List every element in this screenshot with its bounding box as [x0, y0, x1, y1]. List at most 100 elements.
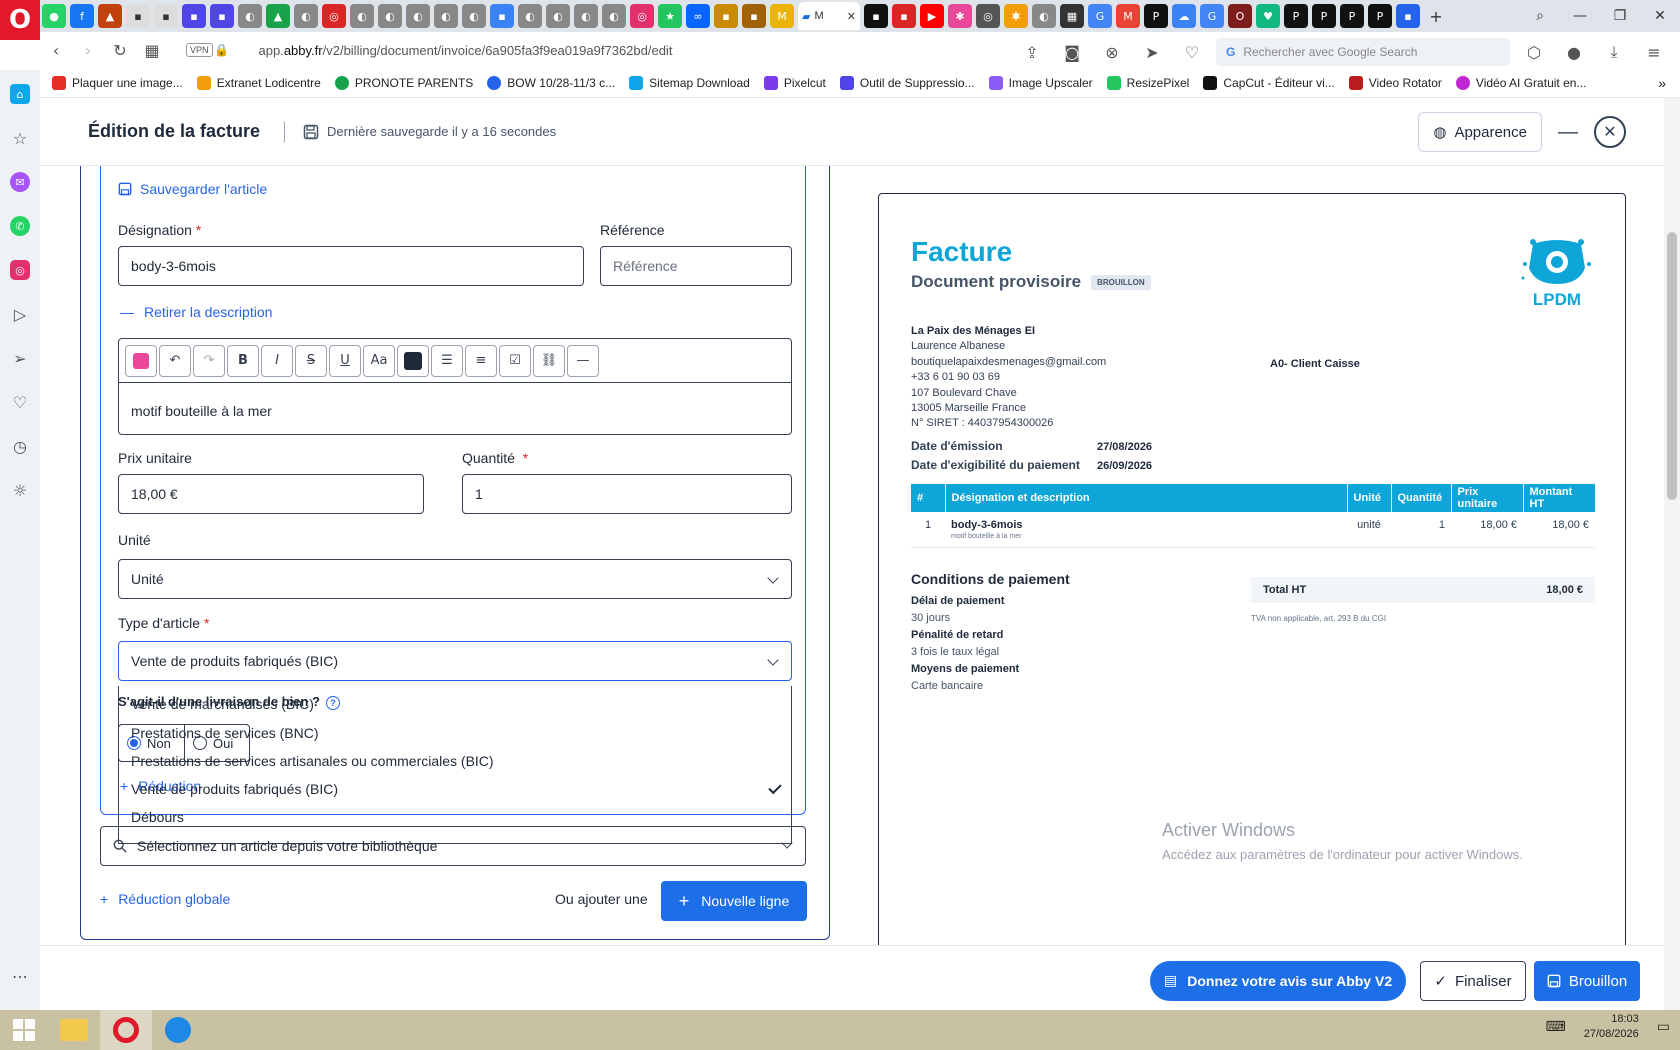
dropdown-option[interactable]: Vente de marchandises (BIC) [131, 696, 314, 712]
send-icon[interactable]: ➤ [1136, 36, 1168, 68]
library-select[interactable]: Sélectionnez un article depuis votre bib… [100, 826, 806, 866]
tab-site[interactable]: ◐ [546, 4, 570, 28]
tab-site[interactable]: ▪ [1396, 4, 1420, 28]
tab-site[interactable]: P [1312, 4, 1336, 28]
tab-site[interactable]: ▪ [182, 4, 206, 28]
save-article-button[interactable]: Sauvegarder l'article [118, 181, 267, 197]
bookmark-item[interactable]: ResizePixel [1106, 75, 1189, 90]
checklist-icon[interactable]: ☑ [499, 344, 531, 377]
apparence-button[interactable]: ◍ Apparence [1418, 112, 1542, 152]
close-editor-button[interactable]: ✕ [1594, 116, 1626, 148]
player-icon[interactable]: ▷ [0, 292, 40, 336]
designation-input[interactable]: body-3-6mois [118, 246, 584, 286]
scrollbar-thumb[interactable] [1667, 232, 1677, 500]
draft-button[interactable]: Brouillon [1534, 961, 1640, 1001]
text-color-icon[interactable] [397, 344, 429, 377]
tab-site[interactable]: ◐ [350, 4, 374, 28]
underline-icon[interactable]: U [329, 344, 361, 377]
tab-site[interactable]: ◐ [518, 4, 542, 28]
favorites-heart-icon[interactable]: ♡ [0, 380, 40, 424]
clock[interactable]: 18:03 27/08/2026 [1584, 1012, 1639, 1042]
clear-format-icon[interactable] [125, 344, 157, 377]
tips-lightbulb-icon[interactable]: ☼ [0, 468, 40, 512]
tab-site[interactable]: ▪ [892, 4, 916, 28]
tab-close-icon[interactable]: ✕ [847, 10, 856, 23]
forward-icon[interactable]: › [72, 34, 104, 66]
tab-site[interactable]: O [1228, 4, 1252, 28]
tab-facebook[interactable]: f [70, 4, 94, 28]
quantity-input[interactable]: 1 [462, 474, 792, 514]
tab-site[interactable]: ☁ [1172, 4, 1196, 28]
download-icon[interactable]: ⤓ [1598, 36, 1630, 68]
tab-instagram[interactable]: ◎ [630, 4, 654, 28]
tab-site[interactable]: ◐ [574, 4, 598, 28]
bookmark-item[interactable]: Plaquer une image... [52, 75, 183, 90]
tab-active-abby[interactable]: ▰ M ✕ [798, 2, 860, 30]
unit-price-input[interactable]: 18,00 € [118, 474, 424, 514]
tab-site[interactable]: ▪ [490, 4, 514, 28]
vpn-badge[interactable]: VPN [186, 43, 213, 57]
more-dots-icon[interactable]: ⋯ [0, 954, 40, 998]
dropdown-option-selected[interactable]: Vente de produits fabriqués (BIC) [131, 781, 338, 797]
speed-dial-icon[interactable]: ☆ [0, 116, 40, 160]
tab-site[interactable]: ◐ [378, 4, 402, 28]
bullet-list-icon[interactable]: ☰ [431, 344, 463, 377]
tab-site[interactable]: ✱ [1004, 4, 1028, 28]
send-flow-icon[interactable]: ➢ [0, 336, 40, 380]
tab-whatsapp[interactable]: ● [42, 4, 66, 28]
new-line-button[interactable]: + Nouvelle ligne [661, 881, 807, 921]
messenger-icon[interactable]: ✉ [0, 160, 40, 204]
share-icon[interactable]: ⇪ [1016, 36, 1048, 68]
adblock-icon[interactable]: ⊗ [1096, 36, 1128, 68]
bookmark-item[interactable]: Pixelcut [763, 75, 826, 90]
tab-chatgpt[interactable]: ◎ [976, 4, 1000, 28]
bookmarks-more-icon[interactable]: » [1658, 75, 1666, 91]
undo-icon[interactable]: ↶ [159, 344, 191, 377]
tab-site[interactable]: ▪ [714, 4, 738, 28]
tab-site[interactable]: ◐ [406, 4, 430, 28]
bookmark-item[interactable]: Outil de Suppressio... [839, 75, 975, 90]
bookmark-item[interactable]: PRONOTE PARENTS [334, 75, 473, 90]
bookmark-item[interactable]: Image Upscaler [988, 75, 1093, 90]
tab-gmail[interactable]: M [1116, 4, 1140, 28]
tab-site[interactable]: ▪ [210, 4, 234, 28]
numbered-list-icon[interactable]: ≡ [465, 344, 497, 377]
tabs-grid-icon[interactable]: ▦ [136, 34, 168, 66]
tab-site[interactable]: ◐ [1032, 4, 1056, 28]
tab-drive[interactable]: ▲ [266, 4, 290, 28]
url-field[interactable]: app.abby.fr/v2/billing/document/invoice/… [259, 43, 673, 58]
tab-site[interactable]: P [1368, 4, 1392, 28]
tab-site[interactable]: ▪ [154, 4, 178, 28]
unit-select[interactable]: Unité [118, 559, 792, 599]
whatsapp-icon[interactable]: ✆ [0, 204, 40, 248]
dropdown-option[interactable]: Prestations de services (BNC) [131, 725, 319, 741]
link-icon[interactable]: ⛓ [533, 344, 565, 377]
notifications-icon[interactable]: ▭ [1657, 1019, 1670, 1035]
camera-icon[interactable]: ◙ [1056, 36, 1088, 68]
bookmark-item[interactable]: BOW 10/28-11/3 c... [487, 75, 615, 90]
extensions-icon[interactable]: ⬡ [1518, 36, 1550, 68]
tab-site[interactable]: ▪ [742, 4, 766, 28]
dropdown-option[interactable]: Débours [131, 809, 184, 825]
tab-site[interactable]: ✱ [948, 4, 972, 28]
tab-site[interactable]: ◎ [322, 4, 346, 28]
close-window-icon[interactable]: ✕ [1640, 0, 1680, 32]
reference-input[interactable]: Référence [600, 246, 792, 286]
reload-icon[interactable]: ↻ [104, 34, 136, 66]
home-icon[interactable]: ⌂ [0, 72, 40, 116]
menu-icon[interactable]: ≡ [1638, 36, 1670, 68]
page-scrollbar[interactable] [1664, 98, 1680, 1010]
windows-start-icon[interactable] [0, 1010, 48, 1050]
horizontal-rule-icon[interactable]: — [567, 344, 599, 377]
tab-site[interactable]: ◐ [434, 4, 458, 28]
bookmark-item[interactable]: Sitemap Download [629, 75, 750, 90]
font-size-icon[interactable]: Aa [363, 344, 395, 377]
history-clock-icon[interactable]: ◷ [0, 424, 40, 468]
tab-site[interactable]: ▪ [126, 4, 150, 28]
tab-site[interactable]: P [1284, 4, 1308, 28]
tab-site[interactable]: ▦ [1060, 4, 1084, 28]
redo-icon[interactable]: ↷ [193, 344, 225, 377]
instagram-icon[interactable]: ◎ [0, 248, 40, 292]
article-type-select[interactable]: Vente de produits fabriqués (BIC) [118, 641, 792, 681]
tab-site[interactable]: ◐ [294, 4, 318, 28]
